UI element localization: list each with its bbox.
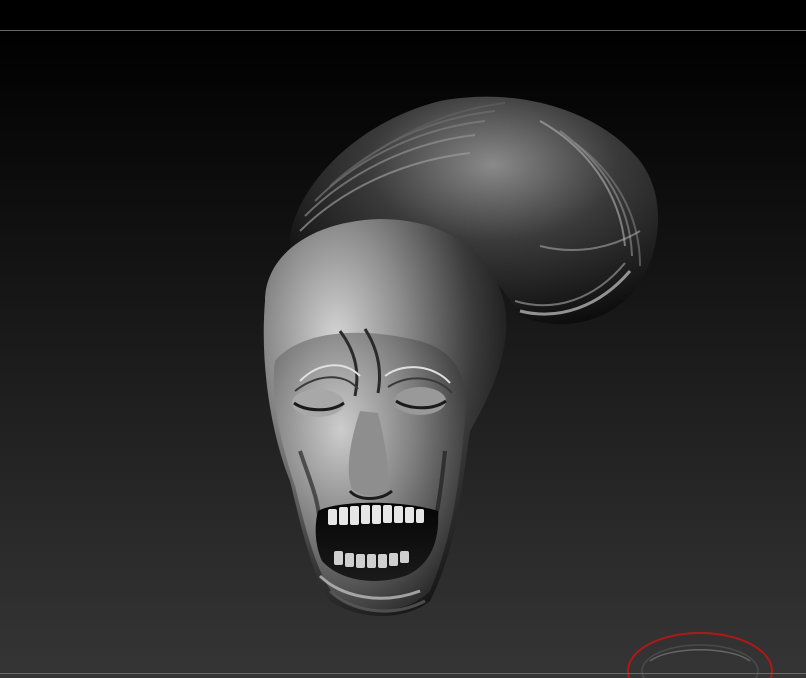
viewport-bottom-divider (0, 673, 806, 674)
top-toolbar-strip (0, 0, 806, 30)
viewport-render (263, 96, 773, 678)
model-upper-teeth (328, 505, 424, 525)
orbit-gizmo-icon[interactable] (627, 632, 773, 678)
3d-viewport-canvas[interactable] (0, 31, 806, 678)
sculpting-app-window (0, 0, 806, 678)
model-head (263, 219, 507, 616)
